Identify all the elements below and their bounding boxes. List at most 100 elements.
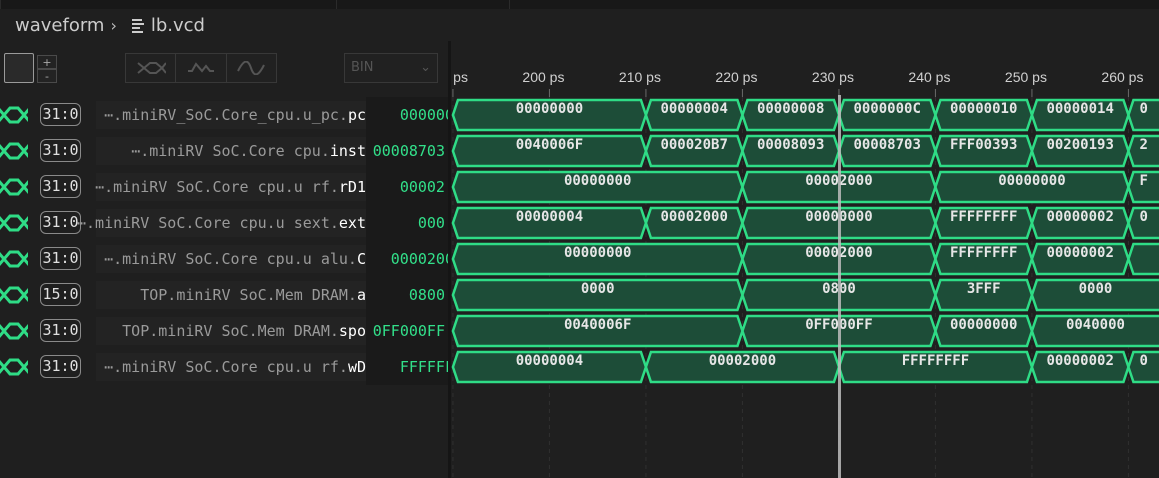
- bus-icon: [0, 214, 28, 232]
- signal-scope: ⋯.miniRV SoC.Core cpu.u rf.: [104, 358, 348, 376]
- signal-row[interactable]: 31:0⋯.miniRV SoC.Core cpu.u sext.ext 000(: [0, 205, 448, 241]
- bus-mode-button[interactable]: [126, 54, 177, 82]
- signal-value-cell: 0800: [366, 277, 448, 313]
- bus-icon: [0, 106, 28, 124]
- bus-icon: [0, 358, 28, 376]
- bit-width-badge: 15:0: [40, 283, 81, 306]
- bus-value-label: 0: [1139, 209, 1147, 225]
- breadcrumb: waveform › lb.vcd: [0, 9, 1159, 41]
- bus-icon: [0, 178, 28, 196]
- signal-value: 00008703: [372, 142, 445, 160]
- editor-tab[interactable]: [0, 0, 337, 9]
- signal-value-cell: 0000200: [366, 241, 448, 277]
- signal-value-cell: FFFFFF: [366, 349, 448, 385]
- file-icon: [131, 18, 145, 33]
- signal-row[interactable]: 31:0 ⋯.miniRV SoC.Core cpu.u alu.C 0000200: [0, 241, 448, 277]
- waveform-toolbar: + - BIN ⌄: [0, 41, 448, 97]
- color-picker-button[interactable]: [4, 53, 34, 83]
- bus-value-label: 0000000C: [853, 101, 920, 117]
- bus-segment: [1127, 242, 1159, 276]
- time-tick-label: 220 ps: [715, 69, 757, 85]
- bus-value-label: 0040006F: [516, 137, 583, 153]
- signal-value-cell: 0FF000FF: [366, 313, 448, 349]
- signal-name[interactable]: ⋯.miniRV_SoC.Core_cpu.u_pc.pc: [104, 97, 366, 133]
- bus-value-label: 00000004: [660, 101, 727, 117]
- bus-value-label: 00000000: [998, 173, 1065, 189]
- zoom-in-button[interactable]: +: [37, 55, 57, 69]
- signal-row[interactable]: 31:0 ⋯.miniRV SoC.Core cpu.inst 00008703: [0, 133, 448, 169]
- bus-value-label: 3FFF: [967, 281, 1001, 297]
- bit-width-badge: 31:0: [40, 211, 81, 234]
- zoom-out-button[interactable]: -: [37, 69, 57, 83]
- analog-mode-button[interactable]: [227, 54, 276, 82]
- signal-name[interactable]: TOP.miniRV SoC.Mem DRAM.a: [140, 277, 366, 313]
- signal-row[interactable]: 31:0 ⋯.miniRV_SoC.Core_cpu.u_pc.pc 000000: [0, 97, 448, 133]
- bus-value-label: 00000002: [1046, 245, 1113, 261]
- signal-row[interactable]: 15:0 TOP.miniRV SoC.Mem DRAM.a 0800: [0, 277, 448, 313]
- signal-list: 31:0⋯.miniRV_SoC.Core_cpu.u_pc.pc0000003…: [0, 97, 448, 478]
- bus-value-label: 00000010: [950, 101, 1017, 117]
- bus-value-label: 00000000: [564, 245, 631, 261]
- bus-value-label: 00000000: [564, 173, 631, 189]
- bus-value-label: 00000004: [516, 353, 583, 369]
- editor-tab[interactable]: [336, 0, 510, 9]
- signal-name[interactable]: TOP.miniRV SoC.Mem DRAM.spo: [122, 313, 366, 349]
- signal-row[interactable]: 31:0 ⋯.miniRV SoC.Core cpu.u rf.wD FFFFFF: [0, 349, 448, 385]
- time-tick-label: 200 ps: [522, 69, 564, 85]
- signal-name[interactable]: ⋯.miniRV SoC.Core cpu.u rf.wD: [104, 349, 366, 385]
- bus-value-label: 00008703: [853, 137, 920, 153]
- step-mode-button[interactable]: [176, 54, 227, 82]
- bit-width-badge: 31:0: [40, 247, 81, 270]
- time-cursor[interactable]: [837, 95, 841, 478]
- signal-name[interactable]: ⋯.miniRV SoC.Core cpu.u rf.rD1: [95, 169, 366, 205]
- format-select[interactable]: BIN ⌄: [344, 53, 438, 83]
- bus-value-label: 00000004: [516, 209, 583, 225]
- signal-row[interactable]: 31:0 ⋯.miniRV SoC.Core cpu.u rf.rD1 00002(: [0, 169, 448, 205]
- bus-waveform-icon: [137, 62, 166, 74]
- tab-bar: [0, 0, 1159, 9]
- step-waveform-icon: [187, 62, 214, 73]
- bus-value-label: 00008093: [757, 137, 824, 153]
- breadcrumb-file[interactable]: lb.vcd: [151, 15, 205, 36]
- time-tick-label: 230 ps: [812, 69, 854, 85]
- time-tick-label: 190 ps: [451, 69, 468, 85]
- signal-value-cell: 00002(: [366, 169, 448, 205]
- signal-short-name: inst: [329, 142, 366, 160]
- waveform-canvas: 190 ps 200 ps 210 ps 220 ps 230 ps 240 ps 250 …: [451, 69, 1159, 478]
- format-select-value: BIN: [351, 60, 374, 75]
- bus-icon: [0, 322, 28, 340]
- signal-value: 000(: [417, 214, 448, 232]
- bus-value-label: 0: [1139, 101, 1147, 117]
- bit-width-badge: 31:0: [40, 355, 81, 378]
- bus-value-label: FFFFFFFF: [902, 353, 969, 369]
- signal-row[interactable]: 31:0 TOP.miniRV SoC.Mem DRAM.spo 0FF000FF: [0, 313, 448, 349]
- signal-short-name: C: [356, 250, 366, 268]
- signal-name[interactable]: ⋯.miniRV SoC.Core cpu.u alu.C: [104, 241, 366, 277]
- bus-value-label: 00000002: [1046, 353, 1113, 369]
- bit-width-badge: 31:0: [40, 319, 81, 342]
- signal-value-cell: 000000: [366, 97, 448, 133]
- signal-short-name: spo: [338, 322, 366, 340]
- time-tick-label: 250 ps: [1005, 69, 1047, 85]
- bus-value-label: FFFFFFFF: [950, 209, 1017, 225]
- signal-short-name: rD1: [338, 178, 366, 196]
- signal-value: 0FF000FF: [372, 322, 445, 340]
- bus-value-label: 0000: [581, 281, 615, 297]
- breadcrumb-folder[interactable]: waveform: [15, 15, 104, 36]
- bit-width-badge: 31:0: [40, 175, 81, 198]
- bus-value-label: FFF00393: [950, 137, 1017, 153]
- signal-name[interactable]: ⋯.miniRV SoC.Core cpu.u sext.ext: [77, 205, 366, 241]
- signal-scope: TOP.miniRV SoC.Mem DRAM.: [140, 286, 357, 304]
- time-tick-label: 260 ps: [1101, 69, 1143, 85]
- signal-scope: ⋯.miniRV_SoC.Core_cpu.u_pc.: [104, 106, 348, 124]
- bit-width-badge: 31:0: [40, 103, 81, 126]
- signal-scope: TOP.miniRV SoC.Mem DRAM.: [122, 322, 339, 340]
- bus-value-label: 00000008: [757, 101, 824, 117]
- chevron-down-icon: ⌄: [420, 60, 431, 75]
- bus-icon: [0, 250, 28, 268]
- signal-name[interactable]: ⋯.miniRV SoC.Core cpu.inst: [131, 133, 366, 169]
- bus-icon: [0, 142, 28, 160]
- bus-value-label: 00000000: [950, 317, 1017, 333]
- bus-value-label: 2: [1139, 137, 1147, 153]
- waveform-view[interactable]: 190 ps 200 ps 210 ps 220 ps 230 ps 240 ps 250 …: [451, 41, 1159, 478]
